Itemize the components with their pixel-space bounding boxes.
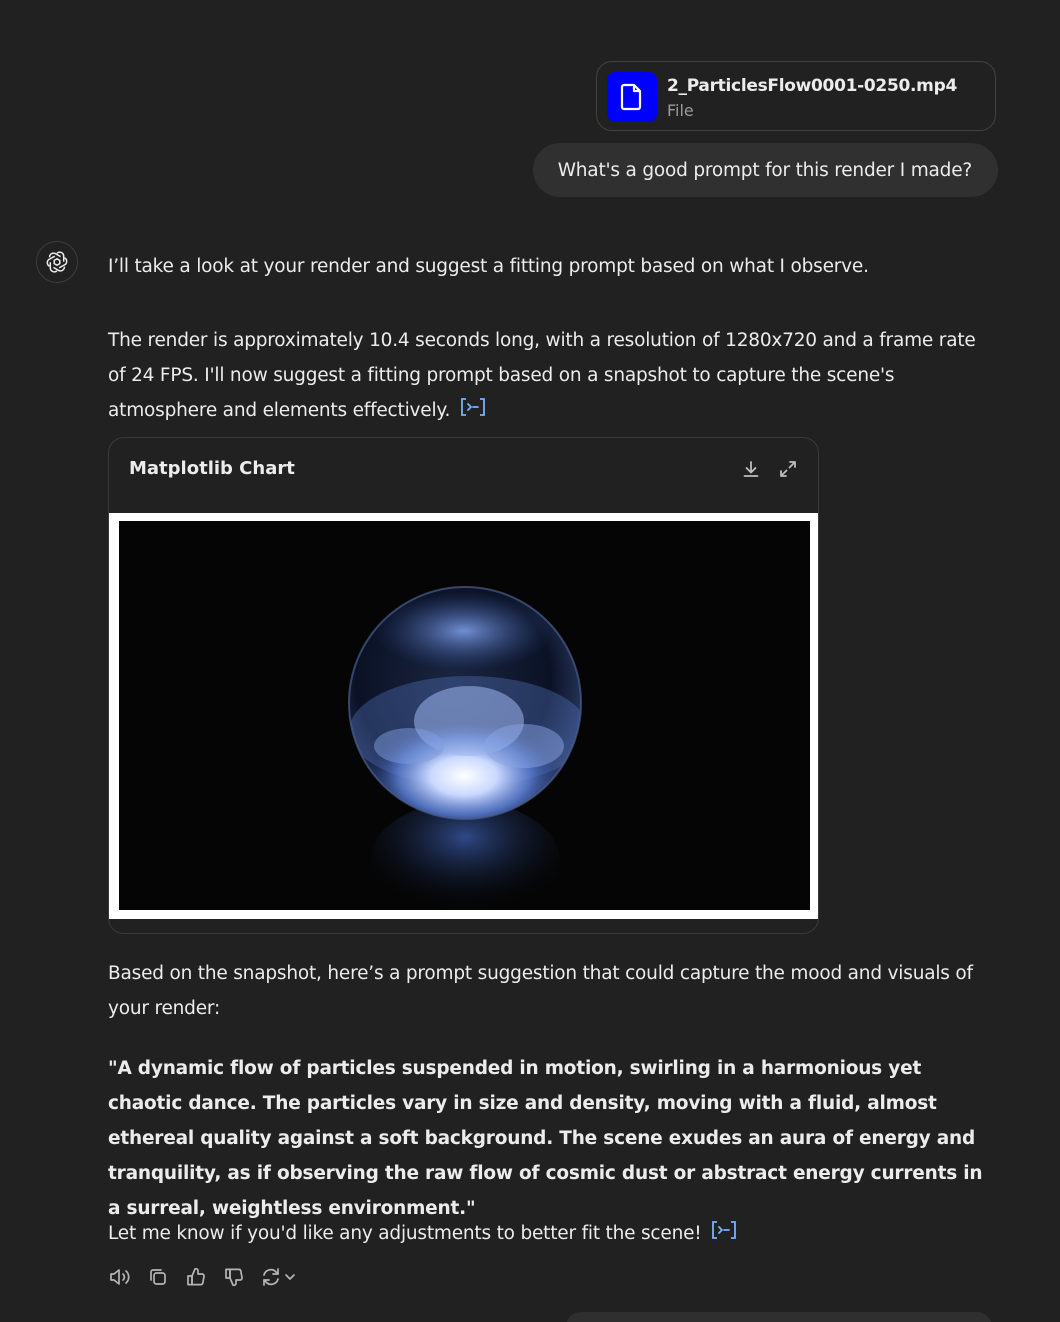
download-button[interactable] xyxy=(738,456,764,482)
copy-button[interactable] xyxy=(146,1265,170,1289)
particle-sphere-image xyxy=(119,521,810,921)
assistant-avatar xyxy=(36,241,78,283)
document-icon xyxy=(620,83,642,111)
code-bracket-icon xyxy=(712,1220,737,1239)
copy-icon xyxy=(150,1269,166,1285)
file-type-label: File xyxy=(667,101,694,120)
file-name: 2_ParticlesFlow0001-0250.mp4 xyxy=(667,76,957,96)
openai-logo-icon xyxy=(46,251,68,273)
chart-image-frame xyxy=(109,513,818,921)
assistant-closing-text: Let me know if you'd like any adjustment… xyxy=(108,1223,702,1244)
user-message-bubble: What's a good prompt for this render I m… xyxy=(532,143,998,197)
next-message-preview xyxy=(566,1312,992,1322)
chart-card: Matplotlib Chart xyxy=(108,437,819,934)
assistant-analysis-block: The render is approximately 10.4 seconds… xyxy=(108,323,998,429)
read-aloud-button[interactable] xyxy=(108,1265,132,1289)
suggestion-intro: Based on the snapshot, here’s a prompt s… xyxy=(108,963,973,1019)
file-icon-box xyxy=(607,72,657,122)
prompt-suggestion-quote: "A dynamic flow of particles suspended i… xyxy=(108,1058,983,1219)
code-source-link[interactable] xyxy=(460,394,486,429)
thumbs-down-icon xyxy=(225,1268,243,1287)
regenerate-icon xyxy=(263,1268,295,1286)
thumbs-up-icon xyxy=(187,1267,205,1286)
assistant-intro: I’ll take a look at your render and sugg… xyxy=(108,256,869,277)
code-bracket-icon xyxy=(460,397,485,416)
regenerate-button[interactable] xyxy=(260,1265,300,1289)
download-icon xyxy=(743,461,759,477)
thumbs-down-button[interactable] xyxy=(222,1265,246,1289)
assistant-analysis-text: The render is approximately 10.4 seconds… xyxy=(108,330,976,421)
expand-icon xyxy=(780,461,796,477)
expand-button[interactable] xyxy=(775,456,801,482)
message-actions xyxy=(108,1265,300,1289)
file-attachment-card[interactable]: 2_ParticlesFlow0001-0250.mp4 File xyxy=(596,61,996,131)
user-message-text: What's a good prompt for this render I m… xyxy=(557,159,973,181)
read-aloud-icon xyxy=(110,1269,130,1285)
render-snapshot-image xyxy=(119,521,810,921)
code-source-link-2[interactable] xyxy=(711,1217,737,1252)
chart-card-title: Matplotlib Chart xyxy=(129,458,295,479)
chat-page: 2_ParticlesFlow0001-0250.mp4 File What's… xyxy=(0,0,1060,1322)
assistant-closing-block: Let me know if you'd like any adjustment… xyxy=(108,1216,998,1252)
thumbs-up-button[interactable] xyxy=(184,1265,208,1289)
